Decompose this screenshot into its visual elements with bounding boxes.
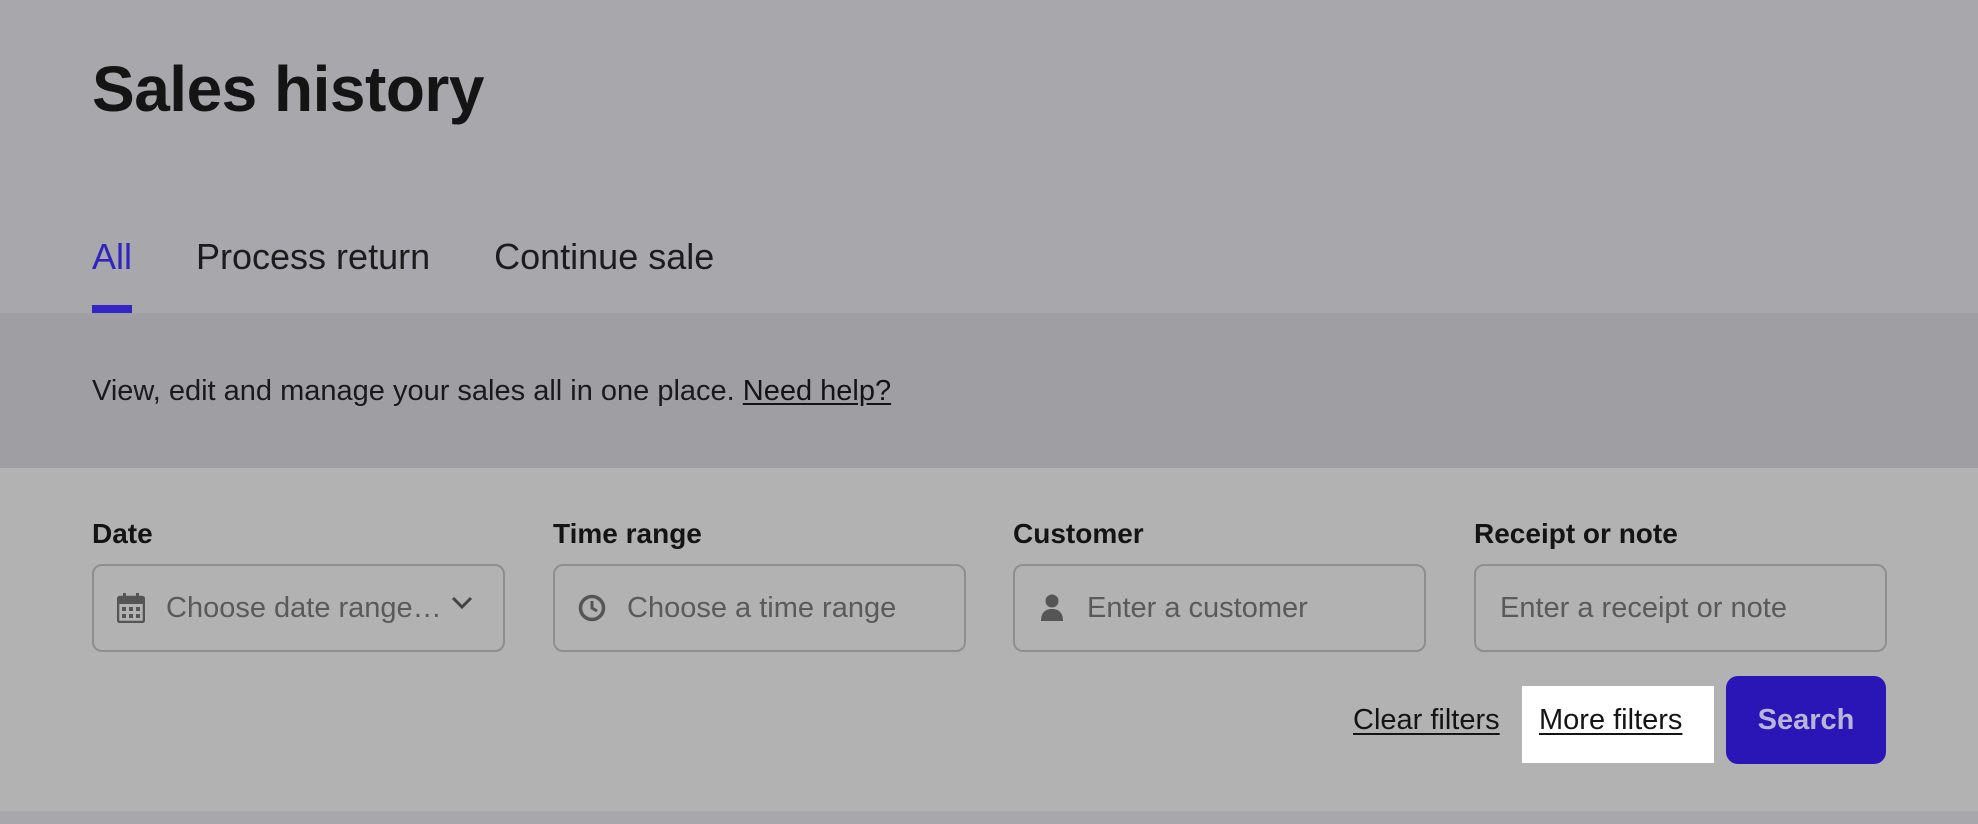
time-range-placeholder: Choose a time range xyxy=(627,591,897,624)
clock-icon xyxy=(577,593,607,623)
chevron-down-icon xyxy=(451,596,473,615)
page-title: Sales history xyxy=(92,53,484,125)
date-range-placeholder: Choose date range… xyxy=(166,591,442,624)
customer-placeholder: Enter a customer xyxy=(1087,591,1308,624)
time-range-label: Time range xyxy=(553,518,702,549)
customer-label: Customer xyxy=(1013,518,1144,549)
bottom-strip xyxy=(0,811,1978,824)
date-label: Date xyxy=(92,518,153,549)
person-icon xyxy=(1037,593,1067,623)
tab-process-return[interactable]: Process return xyxy=(196,236,430,314)
calendar-icon xyxy=(116,593,146,623)
receipt-label: Receipt or note xyxy=(1474,518,1678,549)
clear-filters-link[interactable]: Clear filters xyxy=(1353,704,1500,737)
info-description: View, edit and manage your sales all in … xyxy=(92,375,735,407)
need-help-link[interactable]: Need help? xyxy=(743,375,891,407)
info-text: View, edit and manage your sales all in … xyxy=(92,375,891,408)
receipt-placeholder: Enter a receipt or note xyxy=(1500,591,1787,624)
tab-all[interactable]: All xyxy=(92,236,133,314)
time-range-input[interactable]: Choose a time range xyxy=(553,564,966,652)
receipt-input[interactable]: Enter a receipt or note xyxy=(1474,564,1887,652)
date-range-select[interactable]: Choose date range… xyxy=(92,564,505,652)
tab-bar: All Process return Continue sale xyxy=(92,236,778,314)
search-button[interactable]: Search xyxy=(1726,676,1886,764)
more-filters-link[interactable]: More filters xyxy=(1539,704,1682,737)
customer-input[interactable]: Enter a customer xyxy=(1013,564,1426,652)
tab-continue-sale[interactable]: Continue sale xyxy=(494,236,714,314)
